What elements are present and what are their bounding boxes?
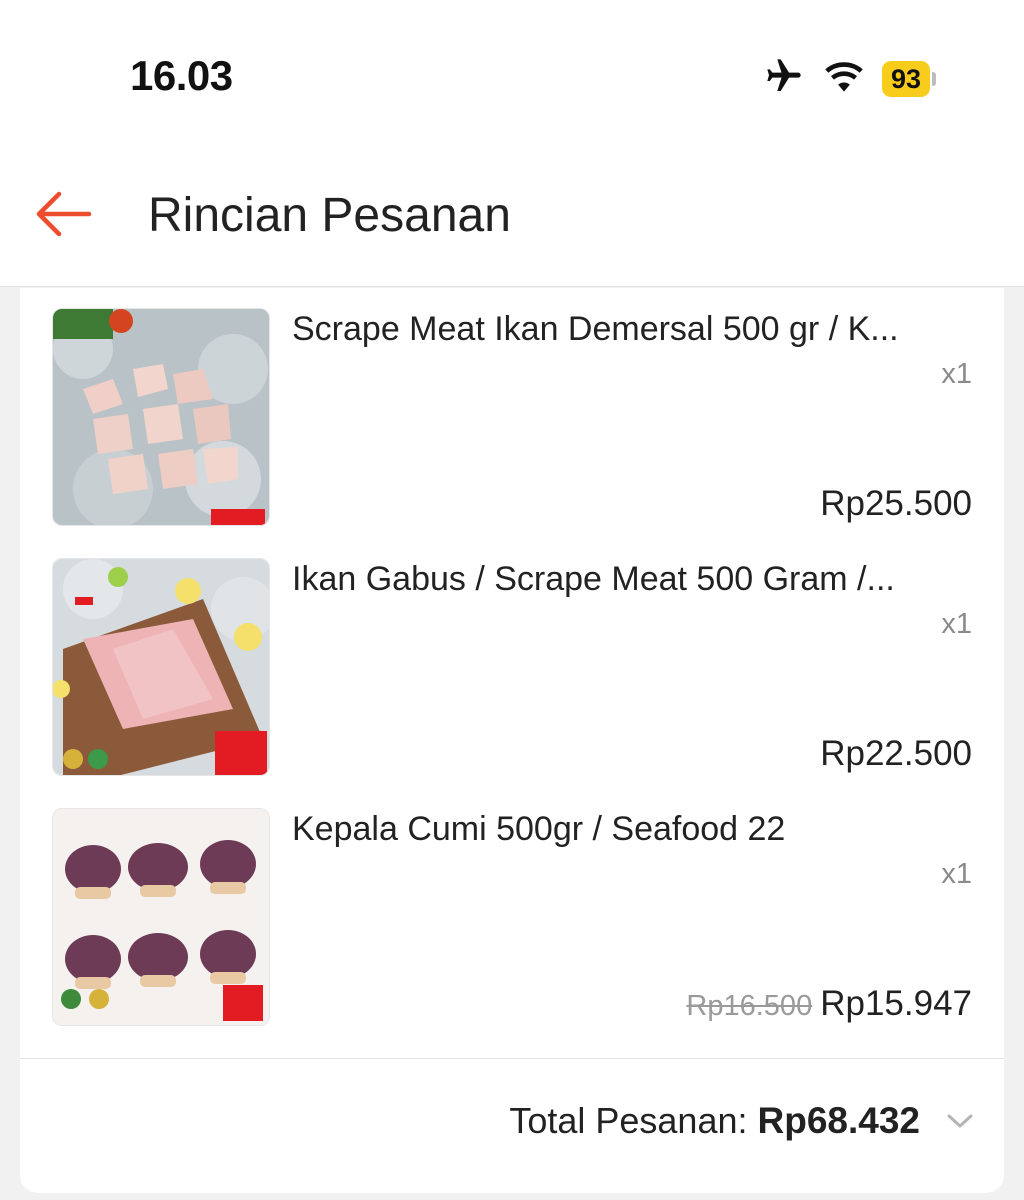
total-value: Rp68.432 [757, 1100, 921, 1141]
total-label: Total Pesanan: [509, 1100, 748, 1141]
chevron-down-icon [946, 1112, 974, 1130]
airplane-icon [762, 56, 806, 101]
page-title: Rincian Pesanan [148, 189, 511, 242]
product-image [52, 558, 270, 776]
original-price: Rp16.500 [686, 990, 813, 1022]
order-item[interactable]: Ikan Gabus / Scrape Meat 500 Gram /... x… [52, 558, 972, 778]
status-bar: 16.03 93 [0, 0, 1024, 150]
header: Rincian Pesanan [0, 150, 1024, 287]
back-arrow-icon [33, 191, 93, 242]
battery-icon: 93 [881, 60, 936, 97]
divider [20, 1058, 1004, 1059]
order-item[interactable]: Scrape Meat Ikan Demersal 500 gr / K... … [52, 308, 972, 528]
item-name: Ikan Gabus / Scrape Meat 500 Gram /... [292, 560, 895, 598]
order-item[interactable]: Kepala Cumi 500gr / Seafood 22 x1 Rp16.5… [52, 808, 972, 1028]
item-price: Rp15.947 [820, 984, 972, 1023]
back-button[interactable] [28, 188, 98, 244]
price-row: Rp22.500 [812, 734, 972, 774]
status-time: 16.03 [130, 52, 233, 99]
wifi-icon [822, 59, 866, 98]
battery-level: 93 [881, 60, 930, 97]
product-image [52, 808, 270, 1026]
item-quantity: x1 [941, 358, 972, 390]
item-name: Kepala Cumi 500gr / Seafood 22 [292, 810, 786, 848]
order-total-toggle[interactable]: Total Pesanan: Rp68.432 [509, 1100, 974, 1142]
battery-cap [932, 71, 936, 86]
product-image [52, 308, 270, 526]
item-price: Rp22.500 [820, 734, 972, 773]
order-card: Scrape Meat Ikan Demersal 500 gr / K... … [20, 288, 1004, 1193]
item-price: Rp25.500 [820, 484, 972, 523]
status-icons: 93 [762, 56, 936, 101]
item-quantity: x1 [941, 858, 972, 890]
price-row: Rp25.500 [812, 484, 972, 524]
item-quantity: x1 [941, 608, 972, 640]
item-name: Scrape Meat Ikan Demersal 500 gr / K... [292, 310, 899, 348]
price-row: Rp16.500 Rp15.947 [686, 984, 972, 1024]
